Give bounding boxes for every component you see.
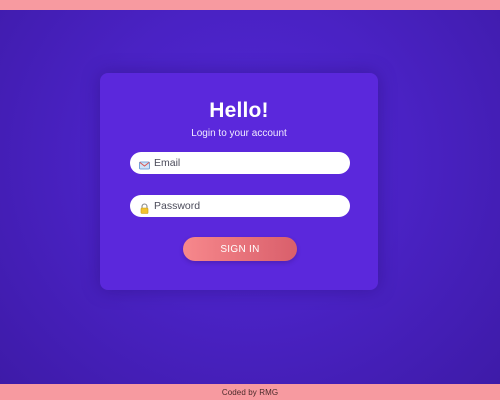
lock-icon: [139, 201, 150, 214]
login-page: Hello! Login to your account SIGN IN: [0, 0, 500, 400]
password-field[interactable]: [130, 195, 350, 217]
footer-credit: Coded by RMG: [221, 387, 279, 397]
login-subtitle: Login to your account: [191, 128, 287, 139]
email-field[interactable]: [130, 152, 350, 174]
login-card: Hello! Login to your account SIGN IN: [100, 73, 378, 290]
sign-in-button[interactable]: SIGN IN: [183, 237, 297, 261]
email-input[interactable]: [154, 157, 334, 169]
envelope-icon: [139, 158, 150, 169]
footer-bar: Coded by RMG: [0, 384, 500, 400]
login-title: Hello!: [209, 99, 269, 122]
password-input[interactable]: [154, 200, 334, 212]
top-accent-bar: [0, 0, 500, 10]
